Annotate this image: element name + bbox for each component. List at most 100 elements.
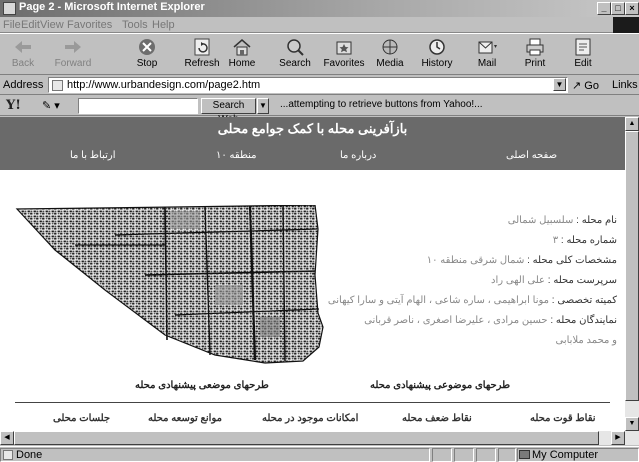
info-key: نام محله : (576, 215, 617, 226)
go-arrow-icon: ↗ (572, 80, 582, 92)
forward-arrow-icon (65, 41, 81, 53)
history-label: History (421, 58, 453, 69)
site-banner: بازآفرینی محله با کمک جوامع محلی صفحه اص… (0, 117, 625, 170)
scroll-up-button[interactable]: ▲ (625, 117, 639, 131)
address-bar: Address http://www.urbandesign.com/page2… (0, 76, 639, 95)
minimize-button[interactable]: _ (597, 2, 611, 15)
search-web-dropdown[interactable]: ▼ (257, 98, 269, 114)
weaknesses-link[interactable]: نقاط ضعف محله (402, 413, 472, 424)
info-row: و محمد ملابابی (317, 331, 618, 351)
info-value: مونا ابراهیمی ، ساره شاعی ، الهام آیتی و… (327, 295, 550, 306)
info-key: سرپرست محله : (547, 275, 617, 286)
address-dropdown-button[interactable]: ▼ (553, 78, 566, 91)
back-button[interactable]: Back (1, 37, 45, 73)
edit-label: Edit (574, 58, 592, 69)
media-button[interactable]: Media (368, 37, 412, 73)
stop-icon (139, 39, 155, 55)
back-arrow-icon (15, 41, 31, 53)
mail-label: Mail (477, 58, 497, 69)
ie-app-icon (3, 2, 16, 15)
edit-button[interactable]: Edit (561, 37, 605, 73)
history-button[interactable]: History (415, 37, 459, 73)
print-icon (526, 38, 544, 56)
search-web-button[interactable]: Search Web (201, 98, 256, 125)
refresh-button[interactable]: Refresh (180, 37, 224, 73)
neighborhood-info: نام محله : سلسبیل شمالی شماره محله : ۳ م… (317, 211, 617, 351)
status-pane (476, 448, 496, 462)
info-value: و محمد ملابابی (555, 335, 618, 346)
nav-region[interactable]: منطقه ۱۰ (216, 150, 257, 161)
vertical-scroll-thumb[interactable] (625, 131, 639, 401)
menu-help[interactable]: Help (152, 19, 175, 31)
forward-button[interactable]: Forward (51, 37, 95, 73)
obstacles-link[interactable]: موانع توسعه محله (148, 413, 222, 424)
menu-file[interactable]: File (3, 19, 21, 31)
maximize-button[interactable]: □ (611, 2, 625, 15)
site-title: بازآفرینی محله با کمک جوامع محلی (217, 121, 408, 136)
vertical-scrollbar[interactable]: ▲ ▼ (625, 117, 639, 431)
search-label: Search (279, 58, 311, 69)
thematic-plans-link[interactable]: طرحهای موضوعی پیشنهادی محله (370, 380, 510, 391)
standard-toolbar: Back Forward Stop Refresh Home Search Fa… (0, 33, 639, 75)
stop-label: Stop (136, 58, 158, 69)
info-row: نمایندگان محله : حسین مرادی ، علیرضا اصغ… (317, 311, 617, 331)
stop-button[interactable]: Stop (125, 37, 169, 73)
horizontal-scroll-thumb[interactable] (14, 431, 599, 445)
menu-edit[interactable]: Edit (21, 19, 40, 31)
menu-bar: File Edit View Favorites Tools Help (0, 17, 639, 33)
links-button[interactable]: Links (612, 79, 638, 91)
title-bar: Page 2 - Microsoft Internet Explorer _ □… (0, 0, 639, 17)
meetings-link[interactable]: جلسات محلی (53, 413, 110, 424)
info-value: سلسبیل شمالی (507, 215, 574, 226)
home-button[interactable]: Home (220, 37, 264, 73)
info-key: مشخصات کلی محله : (527, 255, 617, 266)
nav-about[interactable]: درباره ما (340, 150, 376, 161)
menu-view[interactable]: View (40, 19, 64, 31)
menu-tools[interactable]: Tools (122, 19, 148, 31)
search-button[interactable]: Search (273, 37, 317, 73)
info-value: علی الهی راد (491, 275, 545, 286)
site-plans-link[interactable]: طرحهای موضعی پیشنهادی محله (135, 380, 269, 391)
yahoo-status-message: ...attempting to retrieve buttons from Y… (280, 99, 483, 110)
back-label: Back (11, 58, 35, 69)
status-pane (432, 448, 452, 462)
scroll-down-button[interactable]: ▼ (625, 417, 639, 431)
favorites-label: Favorites (323, 58, 365, 69)
status-bar: Done My Computer (0, 446, 639, 462)
page-done-icon (3, 450, 13, 460)
address-input[interactable]: http://www.urbandesign.com/page2.htm (48, 77, 568, 93)
status-pane (454, 448, 474, 462)
address-url: http://www.urbandesign.com/page2.htm (67, 79, 261, 91)
print-button[interactable]: Print (513, 37, 557, 73)
page-icon (52, 80, 63, 91)
windows-throbber-logo (613, 17, 639, 33)
info-row: نام محله : سلسبیل شمالی (317, 211, 617, 231)
mail-button[interactable]: Mail (465, 37, 509, 73)
info-value: حسین مرادی ، علیرضا اصغری ، ناصر قربانی (364, 315, 548, 326)
address-label: Address (3, 79, 44, 91)
nav-contact[interactable]: ارتباط با ما (70, 150, 116, 161)
info-key: کمیته تخصصی : (551, 295, 617, 306)
scroll-right-button[interactable]: ▶ (611, 431, 625, 445)
search-icon (287, 39, 304, 56)
yahoo-toolbar: Y! ✎ ▾ Search Web ▼ ...attempting to ret… (0, 96, 639, 125)
facilities-link[interactable]: امکانات موجود در محله (262, 413, 358, 424)
print-label: Print (524, 58, 546, 69)
favorites-button[interactable]: Favorites (322, 37, 366, 73)
yahoo-search-input[interactable] (78, 98, 198, 114)
history-icon (429, 39, 445, 55)
horizontal-scrollbar[interactable]: ◀ ▶ (0, 431, 639, 445)
security-zone: My Computer (532, 449, 599, 461)
browser-window: Page 2 - Microsoft Internet Explorer _ □… (0, 0, 639, 462)
go-button[interactable]: ↗ Go (572, 79, 599, 92)
nav-home[interactable]: صفحه اصلی (506, 150, 557, 161)
close-button[interactable]: × (625, 2, 639, 15)
strengths-link[interactable]: نقاط قوت محله (530, 413, 596, 424)
scroll-left-button[interactable]: ◀ (0, 431, 14, 445)
menu-favorites[interactable]: Favorites (67, 19, 112, 31)
yahoo-logo[interactable]: Y! (6, 98, 21, 113)
info-value: شمال شرقی منطقه ۱۰ (426, 255, 525, 266)
edit-icon (575, 38, 591, 56)
status-main-pane (0, 448, 430, 462)
pencil-icon[interactable]: ✎ ▾ (42, 99, 60, 112)
